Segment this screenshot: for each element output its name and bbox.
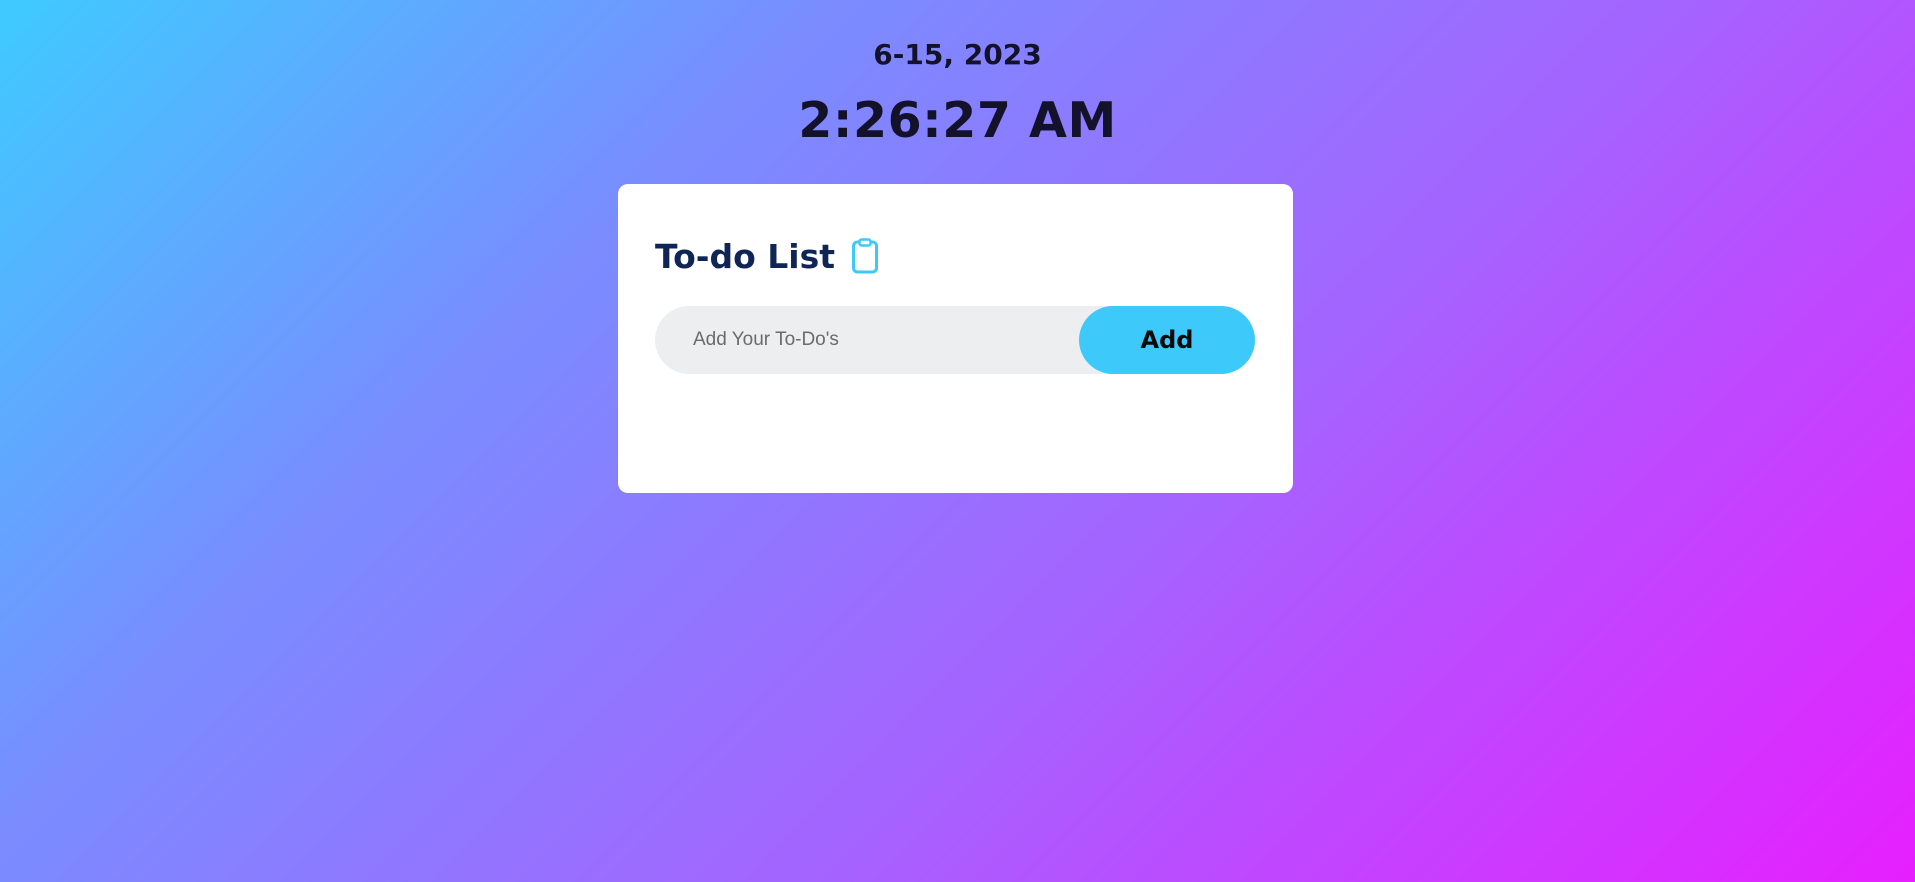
card-header: To-do List (655, 236, 879, 276)
clock-display: 2:26:27 AM (798, 92, 1117, 149)
date-display: 6-15, 2023 (873, 38, 1042, 71)
card-title: To-do List (655, 236, 836, 276)
todo-input-row: Add (655, 306, 1255, 374)
todo-input[interactable] (655, 306, 1075, 374)
todo-card: To-do List Add (618, 184, 1293, 493)
clipboard-icon (851, 236, 879, 276)
add-button[interactable]: Add (1079, 306, 1255, 374)
